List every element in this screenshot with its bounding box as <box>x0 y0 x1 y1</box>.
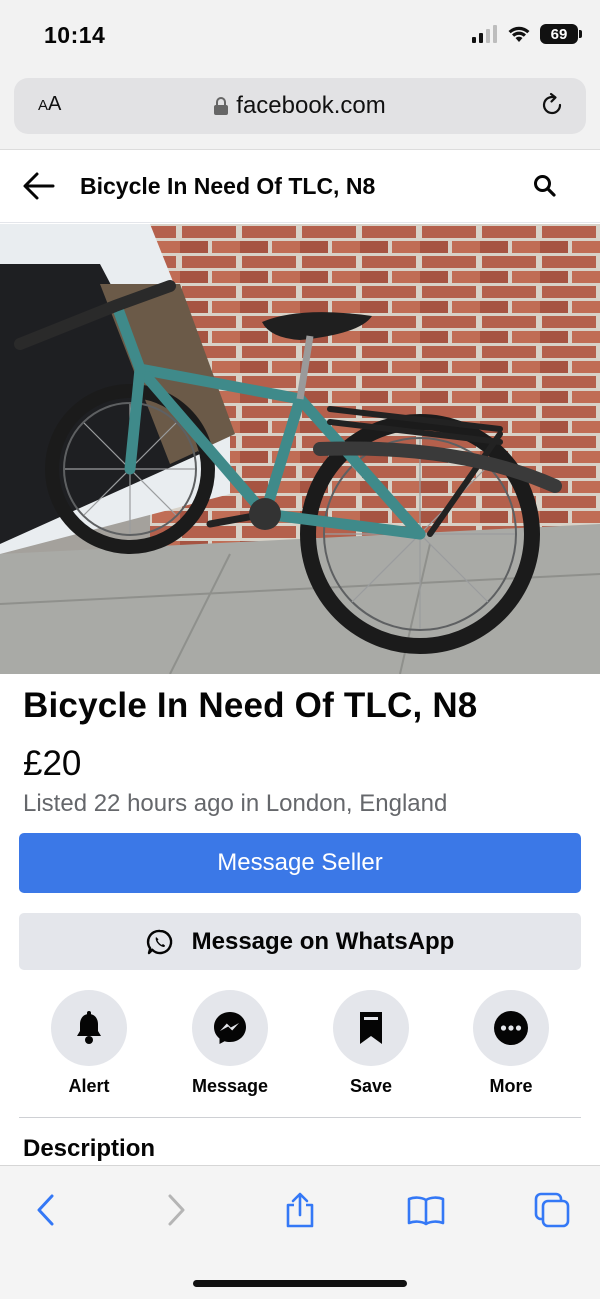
bell-icon <box>77 1011 101 1044</box>
battery-level: 69 <box>550 25 568 43</box>
listing-meta: Listed 22 hours ago in London, England <box>23 790 448 817</box>
bookmarks-button[interactable] <box>396 1190 456 1230</box>
section-divider <box>19 1117 581 1118</box>
chevron-right-icon <box>168 1194 185 1226</box>
message-action-circle[interactable] <box>192 990 268 1066</box>
browser-forward-button[interactable] <box>146 1190 206 1230</box>
address-bar[interactable]: AA facebook.com <box>14 78 586 134</box>
whatsapp-icon <box>146 929 172 954</box>
message-label: Message <box>191 1076 269 1096</box>
listing-title: Bicycle In Need Of TLC, N8 <box>23 686 478 725</box>
back-arrow-icon[interactable] <box>22 171 56 201</box>
url-display[interactable]: facebook.com <box>14 92 586 120</box>
chevron-left-icon <box>37 1194 54 1226</box>
status-time: 10:14 <box>44 22 106 48</box>
browser-top-bar: AA facebook.com <box>0 72 600 150</box>
bicycle-photo-illustration <box>0 224 600 674</box>
more-label: More <box>489 1076 533 1096</box>
listing-price: £20 <box>23 744 82 783</box>
alert-action[interactable]: Alert <box>29 990 149 1097</box>
status-icons: 69 <box>472 24 582 44</box>
save-label: Save <box>349 1076 393 1096</box>
alert-action-circle[interactable] <box>51 990 127 1066</box>
message-seller-button[interactable]: Message Seller <box>19 833 581 893</box>
more-icon <box>494 1011 528 1045</box>
more-action-circle[interactable] <box>473 990 549 1066</box>
save-action-circle[interactable] <box>333 990 409 1066</box>
signal-icon <box>472 25 497 43</box>
url-text: facebook.com <box>236 92 386 119</box>
message-whatsapp-label: Message on WhatsApp <box>191 927 455 955</box>
tabs-icon <box>534 1192 570 1228</box>
share-icon <box>286 1192 314 1228</box>
bookmark-icon <box>360 1012 382 1044</box>
messenger-icon <box>214 1012 246 1044</box>
message-whatsapp-button[interactable]: Message on WhatsApp <box>19 913 581 970</box>
tabs-button[interactable] <box>522 1190 582 1230</box>
browser-back-button[interactable] <box>16 1190 76 1230</box>
wifi-icon <box>508 26 530 42</box>
action-row: Alert Message Save More <box>19 990 581 1100</box>
page-header: Bicycle In Need Of TLC, N8 <box>0 151 600 223</box>
lock-icon <box>214 97 229 115</box>
home-indicator <box>193 1280 407 1287</box>
status-bar: 10:14 69 <box>0 0 600 72</box>
alert-label: Alert <box>68 1076 110 1096</box>
message-seller-label: Message Seller <box>217 849 383 876</box>
save-action[interactable]: Save <box>311 990 431 1097</box>
search-icon[interactable] <box>532 173 558 199</box>
description-heading: Description <box>23 1135 156 1162</box>
share-button[interactable] <box>270 1190 330 1230</box>
battery-icon: 69 <box>540 24 582 44</box>
book-icon <box>407 1196 445 1226</box>
message-action[interactable]: Message <box>170 990 290 1097</box>
reload-icon[interactable] <box>538 91 566 119</box>
header-title: Bicycle In Need Of TLC, N8 <box>80 173 376 199</box>
more-action[interactable]: More <box>451 990 571 1097</box>
browser-toolbar <box>0 1165 600 1299</box>
listing-photo[interactable] <box>0 224 600 674</box>
